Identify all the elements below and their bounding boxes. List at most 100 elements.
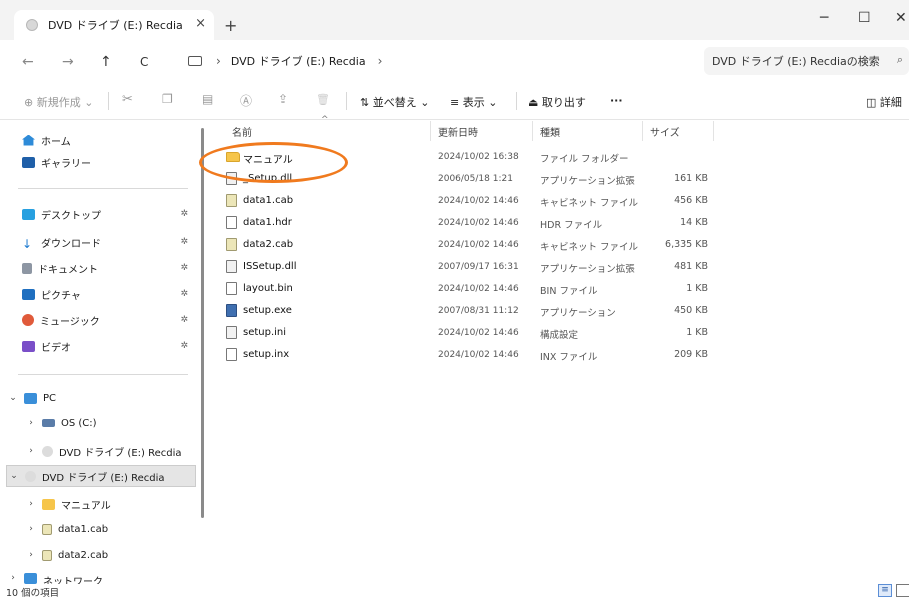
file-row[interactable]: ISSetup.dll 2007/09/17 16:31 アプリケーション拡張 … <box>210 256 730 278</box>
new-tab-button[interactable]: + <box>224 16 237 35</box>
sidebar-item-label: デスクトップ <box>41 210 101 222</box>
file-size: 456 KB <box>674 195 708 206</box>
expand-chevron-icon[interactable]: › <box>6 573 20 583</box>
monitor-icon <box>188 56 202 66</box>
breadcrumb-dvd-drive[interactable]: DVD ドライブ (E:) Recdia <box>231 53 366 69</box>
column-header-type[interactable]: 種類 <box>540 124 560 144</box>
delete-icon[interactable]: 🗑 <box>316 93 330 106</box>
pin-icon[interactable]: ✲ <box>180 209 188 219</box>
sidebar-item-home[interactable]: ホーム <box>22 129 192 151</box>
expand-chevron-icon[interactable]: › <box>24 418 38 428</box>
file-size: 161 KB <box>674 173 708 184</box>
column-header-size[interactable]: サイズ <box>650 124 680 144</box>
view-button[interactable]: ≡ 表示 ⌄ <box>450 94 497 110</box>
pin-icon[interactable]: ✲ <box>180 289 188 299</box>
tab-close-button[interactable]: × <box>195 16 206 31</box>
column-divider[interactable] <box>713 121 714 141</box>
file-type: キャビネット ファイル <box>540 198 639 209</box>
sidebar-item-network[interactable]: › ネットワーク <box>6 573 204 584</box>
file-row[interactable]: setup.exe 2007/08/31 11:12 アプリケーション 450 … <box>210 300 730 322</box>
sidebar-item-dvd-drive-selected[interactable]: ⌄ DVD ドライブ (E:) Recdia <box>6 465 196 487</box>
maximize-button[interactable]: ☐ <box>858 10 871 26</box>
refresh-button[interactable]: C <box>140 55 148 69</box>
sidebar-item-label: data2.cab <box>58 549 109 561</box>
download-icon: ↓ <box>22 236 33 251</box>
file-row[interactable]: layout.bin 2024/10/02 14:46 BIN ファイル 1 K… <box>210 278 730 300</box>
sidebar-item-videos[interactable]: ビデオ ✲ <box>22 335 198 357</box>
file-date: 2024/10/02 14:46 <box>438 218 519 228</box>
search-input[interactable]: DVD ドライブ (E:) Recdiaの検索 ⌕ <box>704 47 909 75</box>
sidebar-item-label: ギャラリー <box>41 158 91 170</box>
eject-button[interactable]: ⏏ 取り出す <box>528 94 586 110</box>
sidebar-item-label: ダウンロード <box>41 238 101 250</box>
details-pane-button[interactable]: ◫ 詳細 <box>866 94 902 110</box>
file-row[interactable]: setup.ini 2024/10/02 14:46 構成設定 1 KB <box>210 322 730 344</box>
pin-icon[interactable]: ✲ <box>180 237 188 247</box>
sidebar-item-data2-cab[interactable]: › data2.cab <box>24 544 198 566</box>
rename-icon[interactable]: Ⓐ <box>240 92 252 109</box>
collapse-chevron-icon[interactable]: ⌄ <box>7 471 21 481</box>
sidebar-item-dvd-drive[interactable]: › DVD ドライブ (E:) Recdia <box>24 440 198 462</box>
expand-chevron-icon[interactable]: › <box>24 524 38 534</box>
back-button[interactable]: ← <box>22 54 34 70</box>
file-row[interactable]: data1.cab 2024/10/02 14:46 キャビネット ファイル 4… <box>210 190 730 212</box>
file-size: 14 KB <box>680 217 708 228</box>
sidebar-item-music[interactable]: ミュージック ✲ <box>22 309 198 331</box>
share-icon[interactable]: ⇪ <box>278 92 288 106</box>
sort-caret-icon: ^ <box>321 115 329 125</box>
sort-button[interactable]: ⇅ 並べ替え ⌄ <box>360 94 429 110</box>
column-divider[interactable] <box>642 121 643 141</box>
pin-icon[interactable]: ✲ <box>180 263 188 273</box>
address-bar[interactable]: › DVD ドライブ (E:) Recdia › <box>184 47 696 75</box>
file-date: 2006/05/18 1:21 <box>438 174 513 184</box>
file-type: BIN ファイル <box>540 286 598 297</box>
new-button[interactable]: ⊕ 新規作成 ⌄ <box>24 94 93 110</box>
breadcrumb-chevron-icon[interactable]: › <box>378 54 383 68</box>
collapse-chevron-icon[interactable]: ⌄ <box>6 393 20 403</box>
file-row[interactable]: data2.cab 2024/10/02 14:46 キャビネット ファイル 6… <box>210 234 730 256</box>
file-name: setup.ini <box>243 327 287 338</box>
sidebar-item-downloads[interactable]: ↓ ダウンロード ✲ <box>22 231 198 253</box>
file-type: キャビネット ファイル <box>540 242 639 253</box>
expand-chevron-icon[interactable]: › <box>24 499 38 509</box>
sidebar-item-desktop[interactable]: デスクトップ ✲ <box>22 203 198 225</box>
pin-icon[interactable]: ✲ <box>180 315 188 325</box>
file-date: 2024/10/02 16:38 <box>438 152 519 162</box>
sidebar-item-manual-folder[interactable]: › マニュアル <box>24 493 198 515</box>
minimize-button[interactable]: ─ <box>820 10 828 26</box>
file-name: data2.cab <box>243 239 294 250</box>
sidebar-item-gallery[interactable]: ギャラリー <box>22 151 192 173</box>
more-options-button[interactable]: ··· <box>610 94 623 107</box>
pin-icon[interactable]: ✲ <box>180 341 188 351</box>
cabinet-file-icon <box>226 194 237 207</box>
up-button[interactable]: ↑ <box>100 54 112 70</box>
expand-chevron-icon[interactable]: › <box>24 550 38 560</box>
column-divider[interactable] <box>430 121 431 141</box>
sidebar-item-data1-cab[interactable]: › data1.cab <box>24 518 198 540</box>
details-view-icon[interactable]: ≡ <box>878 584 892 597</box>
file-row[interactable]: data1.hdr 2024/10/02 14:46 HDR ファイル 14 K… <box>210 212 730 234</box>
cut-icon[interactable]: ✂ <box>122 92 133 107</box>
sidebar-item-pictures[interactable]: ピクチャ ✲ <box>22 283 198 305</box>
file-name: setup.exe <box>243 305 292 316</box>
sidebar-item-pc[interactable]: ⌄ PC <box>6 387 204 409</box>
documents-icon <box>22 262 32 274</box>
column-divider[interactable] <box>532 121 533 141</box>
tab-dvd-drive[interactable]: DVD ドライブ (E:) Recdia × <box>14 10 214 40</box>
column-header-name[interactable]: 名前 <box>232 124 252 144</box>
close-window-button[interactable]: ✕ <box>895 10 907 26</box>
sidebar-item-label: ミュージック <box>40 316 100 328</box>
file-row[interactable]: setup.inx 2024/10/02 14:46 INX ファイル 209 … <box>210 344 730 366</box>
column-header-date[interactable]: 更新日時 <box>438 124 478 144</box>
tiles-view-icon[interactable] <box>896 584 909 597</box>
sidebar-item-label: OS (C:) <box>61 417 97 429</box>
sidebar-item-os-c[interactable]: › OS (C:) <box>24 412 198 434</box>
forward-button[interactable]: → <box>62 54 74 70</box>
expand-chevron-icon[interactable]: › <box>24 446 38 456</box>
copy-icon[interactable]: ❐ <box>162 92 173 106</box>
file-type: 構成設定 <box>540 330 579 341</box>
file-name: ISSetup.dll <box>243 261 297 272</box>
sidebar-item-documents[interactable]: ドキュメント ✲ <box>22 257 198 279</box>
sidebar-scrollbar[interactable] <box>201 128 204 518</box>
paste-icon[interactable]: ▤ <box>202 92 213 106</box>
